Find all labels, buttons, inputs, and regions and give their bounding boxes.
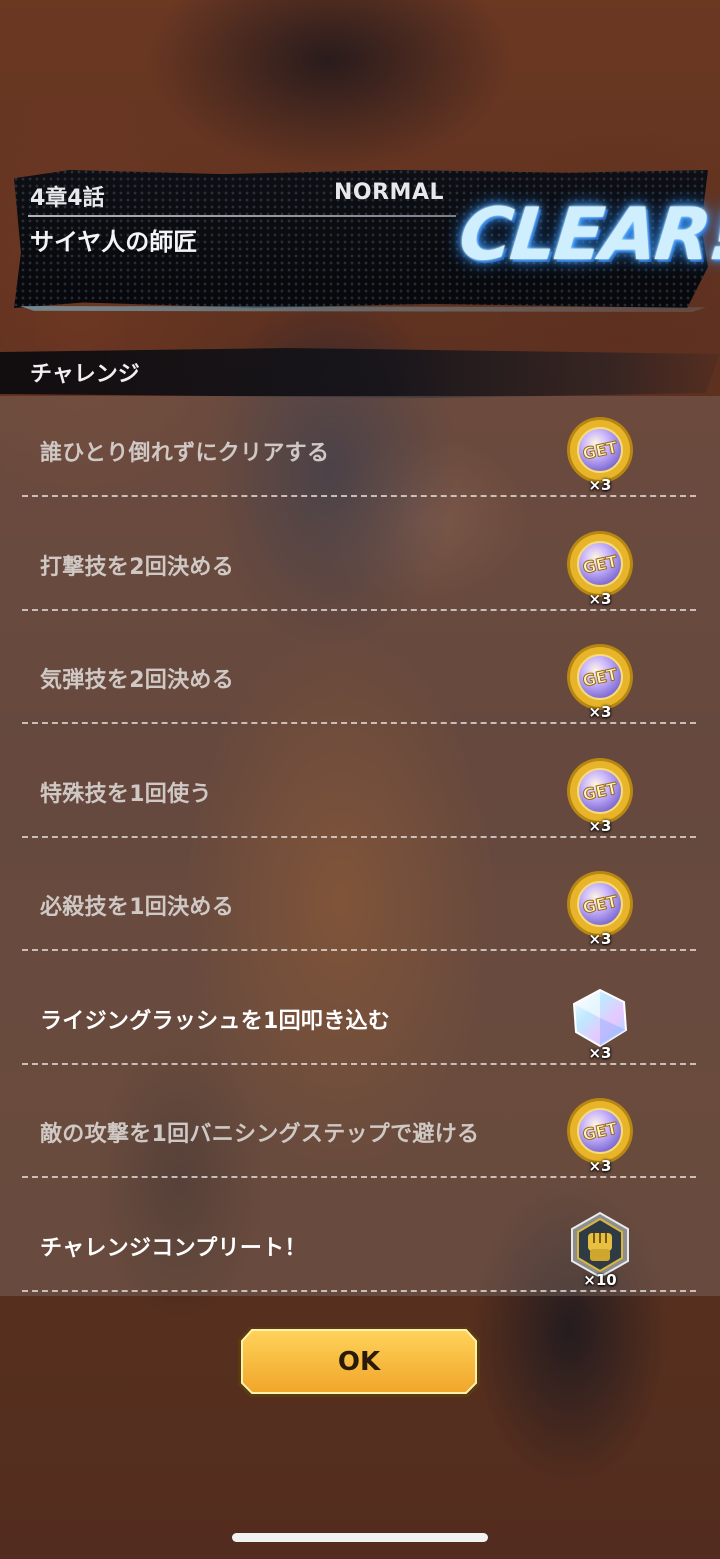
reward-count: ×3 bbox=[588, 1043, 612, 1062]
challenge-reward: GET ×3 bbox=[560, 1095, 640, 1185]
reward-count: ×3 bbox=[588, 589, 612, 608]
row-divider bbox=[22, 835, 696, 838]
row-divider bbox=[22, 1289, 696, 1292]
challenge-row: 敵の攻撃を1回バニシングステップで避ける GET ×3 bbox=[0, 1079, 720, 1192]
reward-count: ×3 bbox=[588, 930, 612, 948]
challenge-row: 誰ひとり倒れずにクリアする GET ×3 bbox=[0, 398, 720, 511]
reward-count: ×10 bbox=[583, 1270, 617, 1289]
ok-button[interactable]: OK bbox=[236, 1325, 482, 1399]
challenge-row: ライジングラッシュを1回叩き込む ×3 bbox=[0, 966, 720, 1079]
banner-divider bbox=[28, 215, 456, 217]
ok-button-label: OK bbox=[337, 1347, 381, 1377]
challenge-reward: GET ×3 bbox=[560, 528, 640, 618]
challenge-reward: GET ×3 bbox=[560, 755, 640, 845]
reward-count: ×3 bbox=[588, 703, 612, 721]
banner-edge bbox=[20, 306, 706, 312]
stage-title: サイヤ人の師匠 bbox=[30, 228, 198, 256]
reward-count: ×3 bbox=[588, 816, 612, 835]
challenge-row: チャレンジコンプリート！ ×10 bbox=[0, 1193, 720, 1306]
row-divider bbox=[22, 1176, 696, 1178]
challenge-label: 敵の攻撃を1回バニシングステップで避ける bbox=[40, 1122, 480, 1147]
challenge-reward: GET ×3 bbox=[560, 868, 640, 958]
challenge-row: 気弾技を2回決める GET ×3 bbox=[0, 625, 720, 738]
reward-count: ×3 bbox=[588, 476, 612, 494]
challenge-row: 必殺技を1回決める GET ×3 bbox=[0, 852, 720, 965]
challenge-label: 打撃技を2回決める bbox=[40, 554, 235, 580]
challenge-row: 打撃技を2回決める GET ×3 bbox=[0, 512, 720, 625]
reward-count: ×3 bbox=[588, 1157, 612, 1175]
challenge-reward: GET ×3 bbox=[560, 641, 640, 731]
challenge-label: 特殊技を1回使う bbox=[40, 781, 212, 807]
challenge-label: ライジングラッシュを1回叩き込む bbox=[40, 1008, 391, 1034]
challenge-row: 特殊技を1回使う GET ×3 bbox=[0, 739, 720, 852]
challenge-label: 必殺技を1回決める bbox=[40, 895, 235, 920]
row-divider bbox=[22, 949, 696, 951]
challenge-reward: ×3 bbox=[560, 982, 640, 1072]
challenge-label: 気弾技を2回決める bbox=[40, 668, 235, 693]
challenge-label: チャレンジコンプリート！ bbox=[40, 1235, 307, 1261]
chapter-label: 4章4話 bbox=[30, 186, 105, 211]
challenge-section-title: チャレンジ bbox=[30, 362, 140, 387]
challenge-label: 誰ひとり倒れずにクリアする bbox=[40, 441, 330, 466]
challenge-reward: ×10 bbox=[560, 1209, 640, 1299]
row-divider bbox=[22, 608, 696, 611]
row-divider bbox=[22, 495, 696, 497]
home-indicator[interactable] bbox=[232, 1533, 488, 1542]
row-divider bbox=[22, 1062, 696, 1065]
stage-result-banner: 4章4話 NORMAL サイヤ人の師匠 CLEAR! bbox=[14, 158, 720, 320]
clear-result-text: CLEAR! bbox=[455, 192, 720, 276]
row-divider bbox=[22, 722, 696, 724]
challenge-reward: GET ×3 bbox=[560, 414, 640, 504]
difficulty-label: NORMAL bbox=[334, 180, 444, 205]
